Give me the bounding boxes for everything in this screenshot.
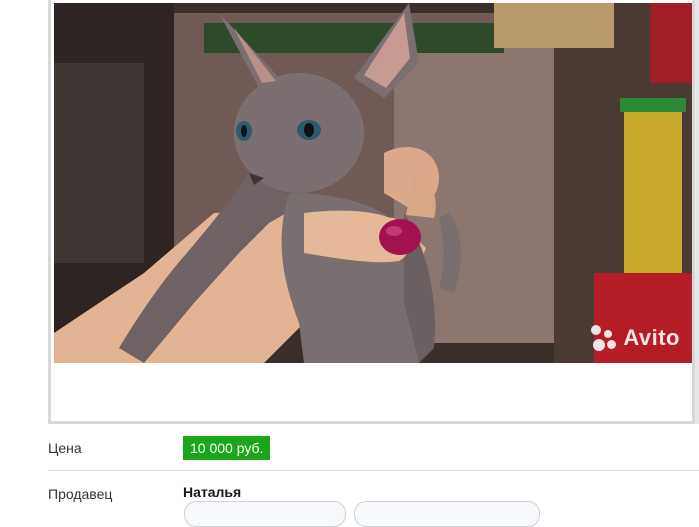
seller-name[interactable]: Наталья [183, 484, 241, 500]
seller-row: Продавец Наталья [48, 478, 699, 527]
page-edge-divider [695, 0, 699, 424]
listing-photo[interactable]: Avito [54, 3, 692, 363]
price-row: Цена 10 000 руб. [48, 432, 699, 471]
contact-button[interactable] [184, 501, 346, 527]
price-badge: 10 000 руб. [183, 436, 271, 460]
price-label: Цена [48, 440, 82, 456]
avito-logo-icon [591, 325, 617, 351]
avito-watermark: Avito [591, 325, 680, 351]
watermark-text: Avito [623, 325, 680, 350]
kitten-photo-image [54, 3, 692, 363]
seller-label: Продавец [48, 486, 113, 502]
message-button[interactable] [354, 501, 540, 527]
listing-photo-frame: Avito [48, 0, 695, 424]
